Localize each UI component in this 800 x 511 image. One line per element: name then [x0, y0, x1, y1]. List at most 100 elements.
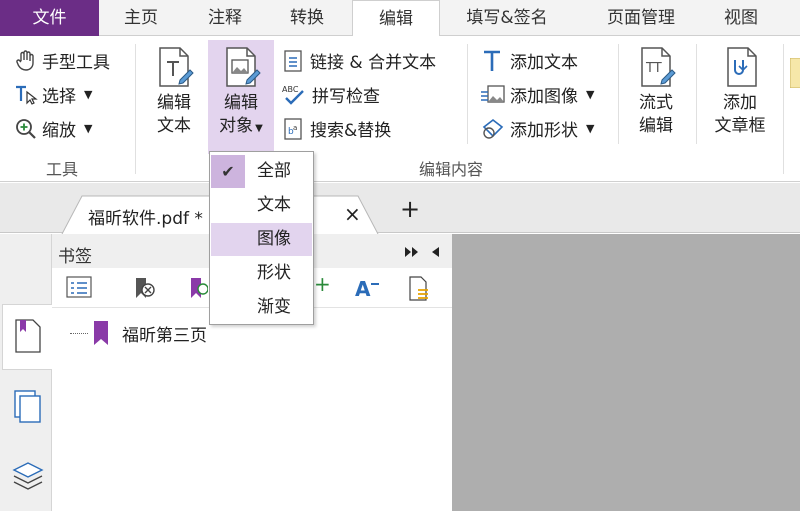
ribbon-panel: 手型工具 选择 ▼ 缩放 ▼ 工具 编辑 文本 编辑 对象 ▼ 链接 & 合并文本… [0, 36, 800, 182]
hand-tool-button[interactable]: 手型工具 [14, 48, 110, 73]
menu-item-label: 全部 [257, 161, 291, 181]
add-article-box-button[interactable]: 添加 文章框 [704, 46, 776, 138]
edit-object-dropdown-menu: ✔ 全部 文本 图像 形状 渐变 [209, 151, 314, 325]
menu-item-label: 形状 [257, 263, 291, 283]
group-divider [467, 44, 468, 144]
spell-check-icon: ABC [282, 85, 304, 105]
select-tool-button[interactable]: 选择 ▼ [14, 82, 92, 107]
svg-text:TT: TT [645, 61, 662, 76]
tab-edit[interactable]: 编辑 [352, 0, 440, 37]
tools-group-label: 工具 [46, 160, 79, 179]
add-child-bookmark-icon[interactable]: + [314, 272, 331, 296]
zoom-tool-button[interactable]: 缩放 ▼ [14, 116, 92, 141]
add-image-button[interactable]: 添加图像 ▼ [480, 82, 594, 107]
svg-text:ABC: ABC [282, 85, 299, 94]
overflow-icon[interactable] [790, 58, 800, 88]
bookmarks-panel-title: 书签 [58, 247, 92, 267]
add-image-label: 添加图像 [510, 87, 578, 107]
bookmark-properties-icon[interactable] [408, 276, 432, 302]
link-merge-text-button[interactable]: 链接 & 合并文本 [282, 48, 436, 73]
flow-edit-button[interactable]: TT 流式 编辑 [628, 46, 684, 138]
close-tab-icon[interactable]: × [344, 202, 361, 226]
tab-home[interactable]: 主页 [106, 0, 176, 36]
select-dropdown-arrow-icon[interactable]: ▼ [84, 88, 92, 101]
tab-comment[interactable]: 注释 [190, 0, 260, 36]
pages-thumbnail-icon[interactable] [14, 390, 42, 424]
menu-item-all[interactable]: ✔ 全部 [211, 155, 312, 188]
ribbon-tab-bar: 文件 主页 注释 转换 编辑 填写&签名 页面管理 视图 [0, 0, 800, 37]
edit-object-button[interactable]: 编辑 对象 ▼ [208, 40, 274, 154]
bookmark-panel-tab[interactable] [2, 304, 52, 370]
article-box-icon [727, 47, 757, 87]
edit-object-icon [226, 47, 261, 87]
bookmark-page-icon [15, 319, 41, 353]
add-shape-dropdown-arrow-icon[interactable]: ▼ [586, 122, 594, 135]
edit-object-label-1: 编辑 [224, 93, 258, 113]
edit-text-label-2: 文本 [157, 116, 191, 136]
add-shape-button[interactable]: 添加形状 ▼ [480, 116, 594, 141]
group-divider [783, 44, 784, 174]
search-replace-button[interactable]: ba 搜索&替换 [282, 116, 391, 141]
add-text-label: 添加文本 [510, 53, 578, 73]
tab-view[interactable]: 视图 [706, 0, 776, 36]
menu-item-gradient[interactable]: 渐变 [211, 291, 312, 324]
edit-object-label-2: 对象 ▼ [219, 116, 263, 136]
hand-icon [16, 49, 34, 71]
tree-connector [70, 332, 88, 334]
bookmark-item-label: 福昕第三页 [122, 325, 207, 346]
add-shape-label: 添加形状 [510, 121, 578, 141]
zoom-dropdown-arrow-icon[interactable]: ▼ [84, 122, 92, 135]
tab-convert[interactable]: 转换 [272, 0, 342, 36]
search-replace-label: 搜索&替换 [310, 121, 392, 141]
expand-panel-icon[interactable] [404, 246, 420, 258]
zoom-icon [16, 118, 36, 139]
spell-check-button[interactable]: ABC 拼写检查 [282, 82, 380, 108]
check-mark-icon: ✔ [211, 155, 245, 188]
new-tab-button[interactable]: + [400, 195, 420, 223]
add-article-label-1: 添加 [723, 93, 757, 113]
document-tab-strip: 福昕软件.pdf * × + [0, 183, 800, 234]
text-select-icon [16, 85, 38, 105]
menu-item-label: 文本 [257, 195, 291, 215]
add-text-button[interactable]: 添加文本 [480, 48, 578, 73]
font-size-icon[interactable]: A [354, 276, 380, 300]
flow-edit-label-2: 编辑 [639, 116, 673, 136]
tab-fill-sign[interactable]: 填写&签名 [452, 0, 562, 36]
tab-page-manage[interactable]: 页面管理 [586, 0, 696, 36]
group-divider [135, 44, 136, 174]
menu-item-text[interactable]: 文本 [211, 189, 312, 222]
delete-bookmark-icon[interactable] [132, 276, 158, 302]
menu-item-image[interactable]: 图像 [211, 223, 312, 256]
search-replace-icon: ba [284, 117, 302, 140]
document-viewer[interactable] [452, 234, 800, 511]
edit-text-button[interactable]: 编辑 文本 [146, 46, 202, 138]
menu-item-label: 渐变 [257, 297, 291, 317]
spell-check-label: 拼写检查 [312, 87, 380, 107]
add-image-dropdown-arrow-icon[interactable]: ▼ [586, 88, 594, 101]
bookmark-item[interactable]: 福昕第三页 [70, 320, 207, 346]
menu-item-shape[interactable]: 形状 [211, 257, 312, 290]
flow-edit-icon: TT [641, 47, 676, 87]
svg-text:A: A [355, 277, 371, 300]
add-text-icon [484, 50, 500, 71]
add-article-label-2: 文章框 [714, 116, 766, 136]
expand-all-bookmarks-icon[interactable] [66, 276, 92, 298]
navigation-sidebar [0, 234, 52, 511]
collapse-panel-icon[interactable] [430, 246, 440, 258]
edit-text-icon [159, 47, 194, 87]
select-tool-label: 选择 [42, 87, 76, 107]
zoom-tool-label: 缩放 [42, 121, 76, 141]
layers-icon[interactable] [12, 460, 44, 490]
edit-object-dropdown-arrow-icon[interactable]: ▼ [255, 123, 263, 134]
flow-edit-label-1: 流式 [639, 93, 673, 113]
tab-file[interactable]: 文件 [0, 0, 99, 36]
add-image-icon [481, 84, 505, 103]
add-bookmark-icon[interactable] [188, 276, 208, 302]
group-divider [618, 44, 619, 144]
hand-tool-label: 手型工具 [42, 53, 110, 73]
document-tab-title: 福昕软件.pdf * [88, 209, 203, 229]
svg-text:a: a [293, 124, 297, 132]
link-text-icon [284, 49, 302, 72]
group-divider [696, 44, 697, 144]
edit-text-label-1: 编辑 [157, 93, 191, 113]
